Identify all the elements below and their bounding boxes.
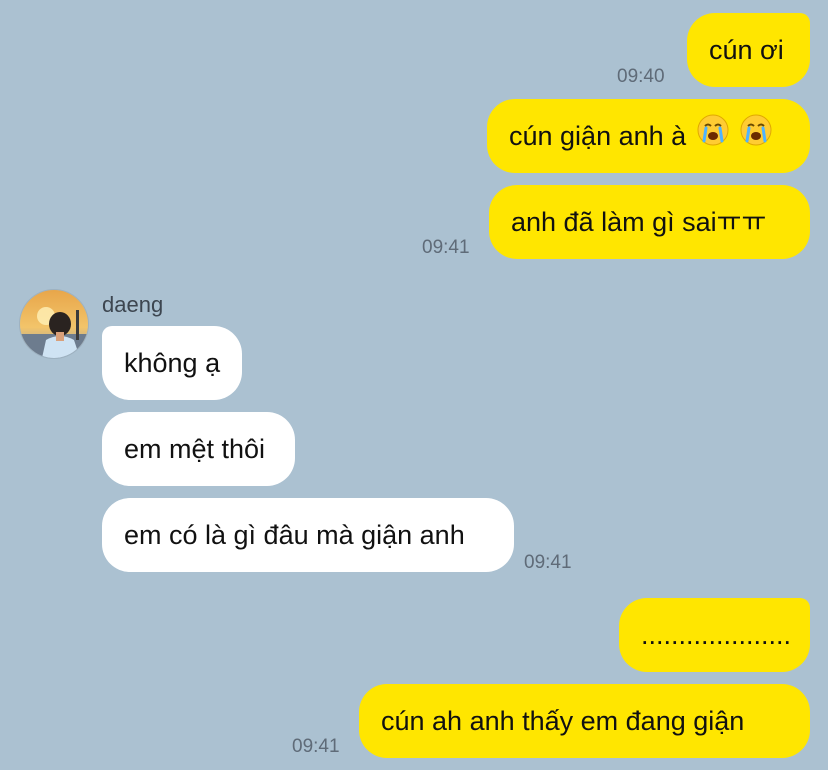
message-time: 09:41 (524, 552, 572, 573)
outgoing-message[interactable]: cún giận anh à (487, 99, 810, 173)
message-text: em mệt thôi (124, 434, 266, 464)
contact-avatar[interactable] (20, 290, 88, 358)
message-text: anh đã làm gì saiㅠㅠ (511, 207, 767, 237)
message-text: không ạ (124, 348, 221, 378)
incoming-message[interactable]: không ạ (102, 326, 242, 400)
outgoing-message[interactable]: anh đã làm gì saiㅠㅠ (489, 185, 810, 259)
incoming-message[interactable]: em có là gì đâu mà giận anh (102, 498, 514, 572)
message-text: em có là gì đâu mà giận anh (124, 520, 465, 550)
crying-face-icon (739, 101, 773, 175)
outgoing-message[interactable]: .................... (619, 598, 810, 672)
crying-face-icon (696, 101, 730, 175)
message-text: cún giận anh à (509, 121, 687, 151)
message-text: cún ah anh thấy em đang giận (381, 706, 745, 736)
message-text: cún ơi (709, 35, 784, 65)
contact-name: daeng (102, 292, 164, 317)
message-time: 09:40 (617, 66, 665, 87)
message-time: 09:41 (292, 736, 340, 757)
incoming-message[interactable]: em mệt thôi (102, 412, 295, 486)
message-time: 09:41 (422, 237, 470, 258)
avatar-photo (20, 290, 88, 358)
outgoing-message[interactable]: cún ah anh thấy em đang giận (359, 684, 810, 758)
outgoing-message[interactable]: cún ơi (687, 13, 810, 87)
message-text: .................... (641, 620, 792, 650)
